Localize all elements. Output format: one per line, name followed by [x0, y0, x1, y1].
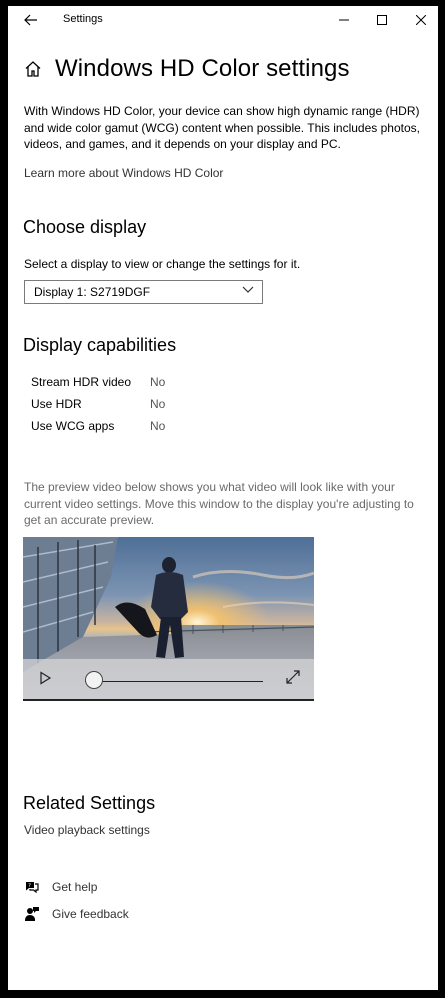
close-icon[interactable]: [401, 6, 438, 34]
page-title: Windows HD Color settings: [55, 55, 350, 82]
video-controls: [23, 659, 314, 701]
get-help-icon: ?: [26, 882, 39, 894]
video-seek-thumb[interactable]: [84, 671, 103, 689]
give-feedback-icon: [25, 907, 39, 921]
chevron-down-icon: [242, 286, 254, 293]
settings-window: Settings Windows HD Color settings With …: [8, 6, 438, 990]
play-icon[interactable]: [37, 670, 53, 686]
video-seek-track[interactable]: [85, 681, 263, 682]
svg-text:?: ?: [28, 883, 31, 889]
capability-label: Use HDR: [31, 397, 82, 411]
related-settings-heading: Related Settings: [23, 793, 156, 813]
back-arrow-icon[interactable]: [21, 10, 41, 30]
home-icon: [25, 61, 41, 77]
get-help-label: Get help: [52, 880, 98, 894]
window-title: Settings: [63, 13, 103, 25]
video-playback-settings-link[interactable]: Video playback settings: [24, 823, 150, 837]
display-select-value: Display 1: S2719DGF: [34, 285, 151, 299]
capability-label: Use WCG apps: [31, 419, 115, 433]
capability-value: No: [150, 419, 166, 433]
capability-label: Stream HDR video: [31, 375, 132, 389]
display-capabilities-heading: Display capabilities: [23, 335, 177, 355]
preview-video[interactable]: [23, 537, 314, 701]
give-feedback-label: Give feedback: [52, 907, 129, 921]
capability-value: No: [150, 375, 166, 389]
get-help-link[interactable]: ? Get help: [24, 878, 97, 896]
preview-note: The preview video below shows you what v…: [24, 480, 414, 527]
choose-display-heading: Choose display: [23, 217, 147, 237]
page-header: Windows HD Color settings: [23, 54, 350, 84]
capability-value: No: [150, 397, 166, 411]
minimize-icon[interactable]: [324, 6, 364, 34]
fullscreen-icon[interactable]: [285, 669, 301, 685]
intro-text: With Windows HD Color, your device can s…: [24, 104, 420, 151]
title-bar: Settings: [8, 6, 438, 34]
give-feedback-link[interactable]: Give feedback: [24, 905, 129, 923]
choose-display-instruction: Select a display to view or change the s…: [24, 257, 301, 271]
display-select[interactable]: Display 1: S2719DGF: [24, 280, 263, 304]
maximize-icon[interactable]: [362, 6, 402, 34]
learn-more-link[interactable]: Learn more about Windows HD Color: [24, 166, 223, 180]
